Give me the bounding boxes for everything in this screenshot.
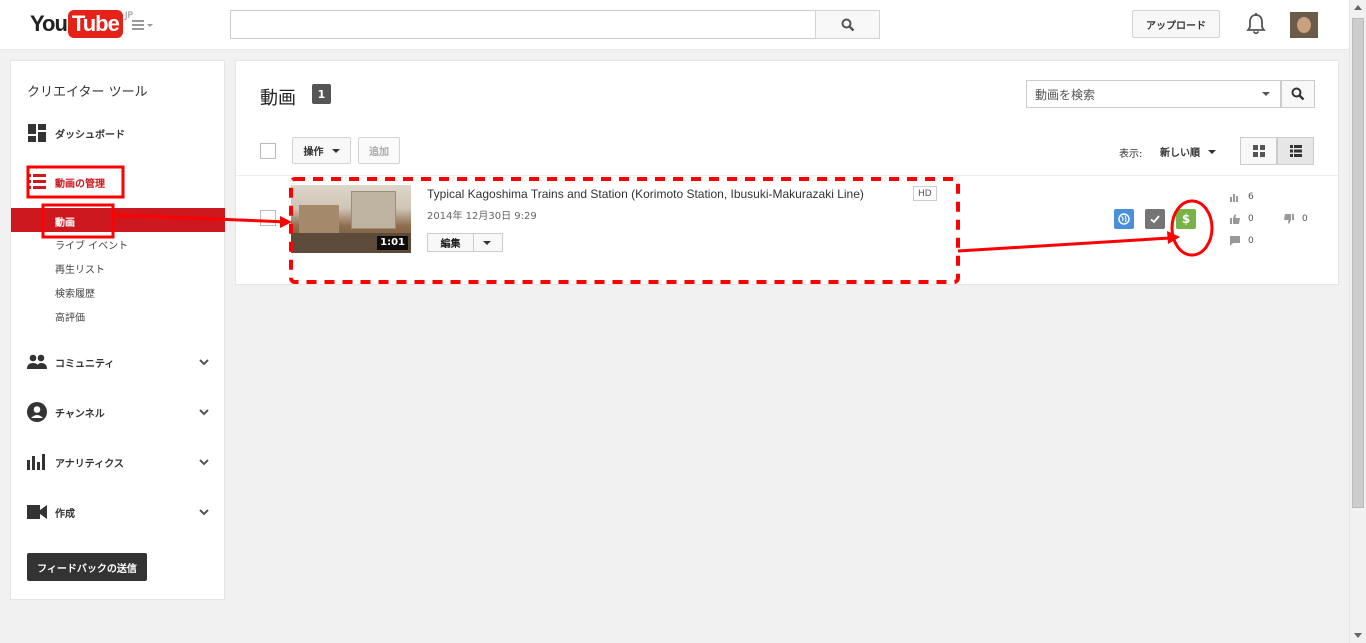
video-search-input[interactable]: 動画を検索	[1026, 80, 1281, 108]
channel-icon	[27, 402, 47, 422]
youtube-logo[interactable]: You Tube JP	[30, 9, 133, 39]
search-icon	[1291, 87, 1305, 101]
video-title-link[interactable]: Typical Kagoshima Trains and Station (Ko…	[427, 187, 864, 201]
logo-you: You	[30, 11, 68, 36]
video-manager-panel: 動画 1 動画を検索 操作 追加 表示: 新しい順 1:01 Typical K…	[235, 60, 1339, 285]
actions-dropdown[interactable]: 操作	[292, 137, 351, 164]
avatar[interactable]	[1290, 12, 1318, 38]
list-view-icon	[1289, 145, 1302, 157]
select-all-checkbox[interactable]	[260, 143, 276, 159]
comment-icon	[1230, 236, 1240, 246]
sidebar-label-create: 作成	[55, 508, 75, 520]
scrollbar-thumb[interactable]	[1352, 18, 1364, 508]
grid-view-icon	[1252, 145, 1265, 157]
sidebar-item-liked[interactable]: 高評価	[55, 309, 85, 324]
chevron-down-icon[interactable]	[199, 407, 209, 417]
scroll-down-icon[interactable]	[1354, 633, 1362, 638]
creator-tools-sidebar: クリエイター ツール ダッシュボード 動画の管理 動画 ライブ イベント 再生リ…	[10, 60, 225, 600]
search-input[interactable]	[230, 10, 815, 39]
video-duration: 1:01	[377, 236, 408, 250]
sidebar-label-analytics: アナリティクス	[55, 458, 124, 470]
bell-icon[interactable]	[1245, 12, 1267, 36]
sidebar-label-channel: チャンネル	[55, 408, 105, 420]
search-button[interactable]	[815, 10, 880, 39]
video-date: 2014年 12月30日 9:29	[427, 211, 537, 222]
chevron-down-icon[interactable]	[199, 357, 209, 367]
views-icon	[1230, 193, 1238, 202]
add-button[interactable]: 追加	[358, 137, 400, 164]
sidebar-label-dashboard: ダッシュボード	[55, 129, 125, 141]
globe-icon	[1118, 213, 1130, 225]
sidebar-item-channel[interactable]: チャンネル	[27, 402, 105, 422]
page-scrollbar[interactable]	[1349, 0, 1366, 643]
views-count: 6	[1248, 192, 1254, 202]
sort-label: 表示:	[1119, 149, 1143, 160]
sidebar-item-dashboard[interactable]: ダッシュボード	[27, 123, 125, 143]
caret-down-icon[interactable]	[1262, 92, 1270, 96]
edit-dropdown-caret[interactable]	[483, 241, 491, 245]
chevron-down-icon[interactable]	[199, 507, 209, 517]
actions-label: 操作	[303, 147, 324, 158]
sidebar-item-videos[interactable]: 動画	[11, 208, 225, 232]
processed-status-icon[interactable]	[1145, 209, 1165, 229]
sidebar-item-community[interactable]: コミュニティ	[27, 352, 114, 372]
comments-count: 0	[1248, 236, 1254, 246]
likes-count: 0	[1248, 214, 1254, 224]
dashboard-icon	[27, 123, 47, 143]
likes-stat: 0	[1230, 214, 1254, 224]
video-row-checkbox[interactable]	[260, 210, 276, 226]
sidebar-item-create[interactable]: 作成	[27, 502, 75, 522]
sidebar-item-search-history[interactable]: 検索履歴	[55, 285, 95, 300]
send-feedback-button[interactable]: フィードバックの送信	[27, 553, 147, 581]
sidebar-label-video-manager: 動画の管理	[55, 178, 105, 190]
views-stat: 6	[1230, 192, 1254, 202]
thumbs-up-icon	[1230, 214, 1240, 224]
sidebar-title: クリエイター ツール	[27, 85, 148, 100]
video-thumbnail[interactable]: 1:01	[291, 185, 411, 253]
search-icon	[841, 18, 854, 31]
guide-menu-icon[interactable]	[130, 17, 156, 33]
dislikes-count: 0	[1302, 214, 1308, 224]
video-search-button[interactable]	[1281, 80, 1315, 108]
page-title: 動画	[260, 88, 296, 109]
comments-stat: 0	[1230, 236, 1254, 246]
scroll-up-icon[interactable]	[1354, 5, 1362, 10]
community-icon	[27, 352, 47, 372]
edit-label: 編集	[428, 234, 474, 251]
dollar-icon[interactable]: $	[1176, 209, 1196, 229]
chevron-down-icon[interactable]	[199, 457, 209, 467]
upload-button[interactable]: アップロード	[1132, 10, 1220, 38]
top-bar: You Tube JP アップロード	[0, 0, 1366, 50]
create-icon	[27, 502, 47, 522]
grid-view-button[interactable]	[1240, 137, 1277, 165]
sidebar-item-playlists[interactable]: 再生リスト	[55, 261, 105, 276]
public-status-icon[interactable]	[1114, 209, 1134, 229]
sidebar-item-live-events[interactable]: ライブ イベント	[55, 237, 128, 252]
video-count-badge: 1	[312, 84, 331, 104]
analytics-icon	[27, 452, 47, 472]
sidebar-item-video-manager[interactable]: 動画の管理	[27, 172, 105, 192]
video-manager-icon	[27, 172, 47, 192]
video-search: 動画を検索	[1026, 80, 1316, 108]
list-view-button[interactable]	[1277, 137, 1314, 165]
sidebar-label-community: コミュニティ	[55, 358, 115, 370]
hd-badge: HD	[913, 186, 937, 201]
dislikes-stat: 0	[1284, 214, 1308, 224]
sidebar-label-videos: 動画	[55, 218, 75, 229]
thumbs-down-icon	[1284, 214, 1294, 224]
sidebar-item-analytics[interactable]: アナリティクス	[27, 452, 124, 472]
logo-tube: Tube	[67, 10, 123, 38]
divider	[236, 175, 1338, 176]
sort-dropdown[interactable]: 新しい順	[1160, 144, 1216, 159]
check-icon	[1150, 215, 1160, 224]
edit-button[interactable]: 編集	[427, 233, 503, 252]
search-bar	[230, 10, 880, 39]
sort-value: 新しい順	[1160, 148, 1200, 159]
